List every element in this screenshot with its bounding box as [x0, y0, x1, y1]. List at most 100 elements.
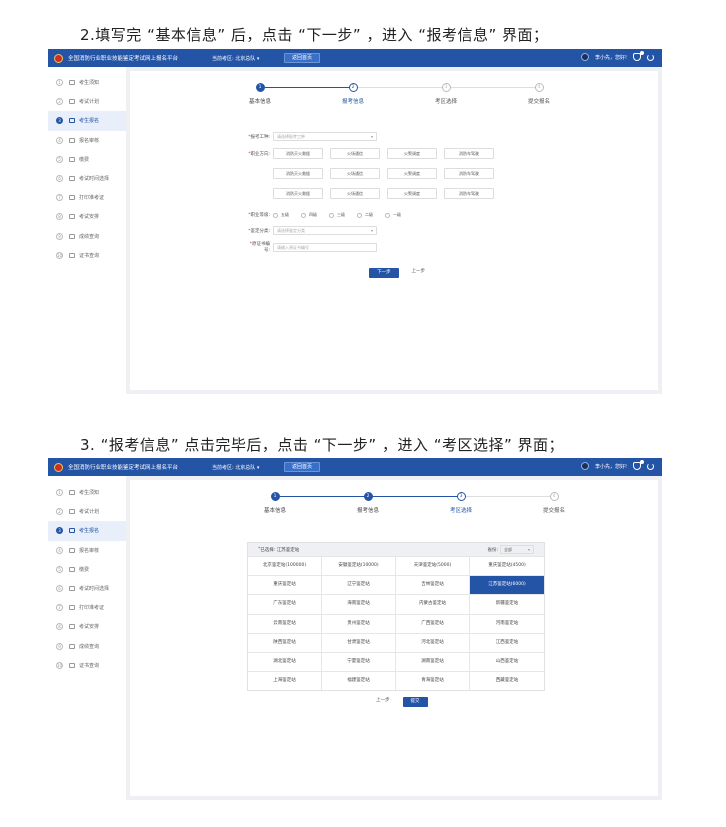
sidebar-item-arrange[interactable]: 8 考试安排	[48, 207, 126, 226]
sidebar-item-review[interactable]: 4 报名审核	[48, 131, 126, 150]
notification-icon[interactable]	[633, 460, 644, 470]
top-bar: 全国消防行业职业技能鉴定考试网上报名平台 当前考区: 北京总队 ▾ 返回首页 李…	[48, 49, 662, 67]
direction-option[interactable]: 火警调度	[387, 168, 437, 179]
station-cell[interactable]: 广东鉴定站	[248, 594, 322, 614]
next-button[interactable]: 下一步	[369, 268, 399, 278]
caption-step-2: 2.填写完 “基本信息” 后，点击 “下一步” ，进入 “报考信息” 界面；	[80, 26, 549, 44]
station-cell[interactable]: 云南鉴定站	[248, 613, 322, 633]
sidebar-item-plan[interactable]: 2 考试计划	[48, 502, 126, 521]
sidebar-item-time[interactable]: 6 考试时间选择	[48, 579, 126, 598]
station-cell[interactable]: 河南鉴定站	[470, 613, 544, 633]
sidebar-item-notice[interactable]: 1 考生须知	[48, 73, 126, 92]
direction-option[interactable]: 消防灭火救援	[273, 148, 323, 159]
prev-button[interactable]: 上一步	[369, 697, 397, 707]
step-circle: 1	[255, 83, 265, 92]
sidebar-item-label: 打印准考证	[79, 605, 105, 612]
region-selector[interactable]: 当前考区: 北京总队 ▾	[212, 464, 259, 471]
cert-row: *原证书编号: 请输入原证书编号	[244, 241, 377, 253]
station-cell[interactable]: 青海鉴定站	[396, 671, 470, 691]
station-cell[interactable]: 陕西鉴定站	[248, 632, 322, 652]
avatar[interactable]	[580, 53, 589, 61]
sidebar-item-label: 打印准考证	[79, 195, 105, 202]
logout-icon[interactable]	[647, 462, 654, 470]
sidebar-item-cert[interactable]: 10 证书查询	[48, 246, 126, 265]
direction-option[interactable]: 消防车驾驶	[444, 188, 494, 199]
sidebar-item-payment[interactable]: 5 缴费	[48, 560, 126, 579]
station-cell[interactable]: 上海鉴定站	[248, 671, 322, 691]
sidebar-item-arrange[interactable]: 8 考试安排	[48, 617, 126, 636]
step-circle: 3	[456, 492, 466, 501]
region-selector[interactable]: 当前考区: 北京总队 ▾	[212, 55, 259, 62]
level-label: *职业等级:	[248, 213, 270, 218]
station-cell[interactable]: 新疆鉴定站	[470, 594, 544, 613]
station-cell[interactable]: 江苏鉴定站(6000)	[470, 575, 544, 595]
sidebar-item-print[interactable]: 7 打印准考证	[48, 188, 126, 207]
sidebar-item-register[interactable]: 3 考生报名	[48, 111, 126, 131]
calendar-icon	[69, 509, 75, 515]
station-cell[interactable]: 安徽鉴定站(10000)	[322, 556, 396, 576]
station-cell[interactable]: 福建鉴定站	[322, 671, 396, 691]
station-cell[interactable]: 海南鉴定站	[322, 594, 396, 614]
radio-label: 三级	[337, 212, 345, 217]
station-cell[interactable]: 河北鉴定站	[396, 632, 470, 652]
sidebar-item-cert[interactable]: 10 证书查询	[48, 656, 126, 675]
station-cell[interactable]: 江西鉴定站	[470, 632, 544, 652]
station-cell[interactable]: 湖南鉴定站	[396, 651, 470, 672]
station-cell[interactable]: 天津鉴定站(5000)	[396, 556, 470, 576]
sidebar-item-payment[interactable]: 5 缴费	[48, 150, 126, 169]
station-cell[interactable]: 广西鉴定站	[396, 613, 470, 633]
direction-option[interactable]: 火场通信	[330, 188, 380, 199]
station-cell[interactable]: 辽宁鉴定站	[322, 575, 396, 595]
sidebar-item-notice[interactable]: 1 考生须知	[48, 483, 126, 502]
prev-button[interactable]: 上一步	[404, 268, 432, 278]
station-cell[interactable]: 北京鉴定站(100000)	[248, 556, 322, 576]
direction-option[interactable]: 火场通信	[330, 148, 380, 159]
job-select[interactable]: 请选择报考工种	[273, 132, 377, 141]
cert-input[interactable]: 请输入原证书编号	[273, 242, 377, 252]
home-button[interactable]: 返回首页	[284, 53, 321, 63]
category-select[interactable]: 请选择鉴定分类	[273, 226, 377, 235]
avatar[interactable]	[580, 462, 589, 470]
sidebar-item-review[interactable]: 4 报名审核	[48, 541, 126, 560]
level-radio[interactable]: 三级	[329, 212, 345, 218]
sidebar-item-print[interactable]: 7 打印准考证	[48, 598, 126, 617]
sidebar-item-register[interactable]: 3 考生报名	[48, 521, 126, 541]
station-cell[interactable]: 西藏鉴定站	[470, 671, 544, 690]
station-cell[interactable]: 重庆鉴定站(4500)	[470, 556, 544, 575]
station-cell[interactable]: 宁夏鉴定站	[322, 651, 396, 672]
direction-option[interactable]: 消防车驾驶	[444, 168, 494, 179]
notification-icon[interactable]	[633, 51, 644, 61]
province-select[interactable]: 全部	[500, 545, 534, 554]
direction-option[interactable]: 火警调度	[387, 188, 437, 199]
selected-value: 江苏鉴定站	[276, 547, 300, 553]
sidebar-item-score[interactable]: 9 成绩查询	[48, 227, 126, 246]
station-cell[interactable]: 甘肃鉴定站	[322, 632, 396, 652]
level-radio[interactable]: 二级	[357, 212, 373, 218]
level-radio[interactable]: 四级	[301, 212, 317, 218]
cert-label-text: 原证书编号:	[252, 242, 270, 253]
station-cell[interactable]: 山西鉴定站	[470, 651, 544, 671]
submit-button[interactable]: 提交	[402, 697, 428, 707]
home-button[interactable]: 返回首页	[284, 462, 321, 472]
station-cell[interactable]: 内蒙古鉴定站	[396, 594, 470, 614]
sidebar-item-score[interactable]: 9 成绩查询	[48, 637, 126, 656]
direction-option[interactable]: 消防灭火救援	[273, 188, 323, 199]
sidebar-item-time[interactable]: 6 考试时间选择	[48, 169, 126, 188]
logout-icon[interactable]	[647, 53, 654, 61]
station-cell[interactable]: 贵州鉴定站	[322, 613, 396, 633]
sidebar-item-label: 证书查询	[79, 252, 100, 259]
calendar-icon	[69, 99, 75, 105]
sidebar-item-plan[interactable]: 2 考试计划	[48, 92, 126, 111]
station-cell[interactable]: 吉林鉴定站	[396, 575, 470, 595]
direction-option[interactable]: 消防车驾驶	[444, 148, 494, 159]
station-cell[interactable]: 湖北鉴定站	[248, 651, 322, 672]
station-cell[interactable]: 重庆鉴定站	[248, 575, 322, 595]
level-radio[interactable]: 一级	[385, 212, 401, 218]
direction-option[interactable]: 火场通信	[330, 168, 380, 179]
step-label: 提交报名	[542, 508, 565, 514]
sidebar-item-label: 报名审核	[79, 137, 100, 144]
step-number: 5	[56, 565, 63, 573]
direction-option[interactable]: 消防灭火救援	[273, 168, 323, 179]
direction-option[interactable]: 火警调度	[387, 148, 437, 159]
level-radio[interactable]: 五级	[273, 212, 289, 218]
